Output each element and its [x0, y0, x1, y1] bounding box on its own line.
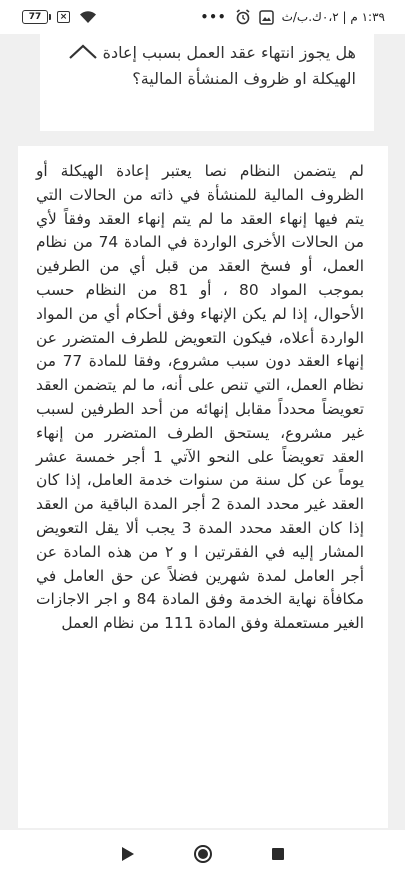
answer-card: لم يتضمن النظام نصا يعتبر إعادة الهيكلة … — [18, 146, 388, 828]
recents-square-icon — [271, 848, 284, 860]
back-button[interactable] — [116, 842, 140, 866]
more-notifications-icon: ••• — [200, 10, 227, 24]
question-card[interactable]: هل يجوز انتهاء عقد العمل بسبب إعادة الهي… — [40, 34, 374, 131]
battery-icon: 77 — [22, 10, 51, 24]
navigation-bar — [0, 830, 405, 878]
back-triangle-icon — [121, 847, 134, 861]
question-text: هل يجوز انتهاء عقد العمل بسبب إعادة الهي… — [102, 43, 356, 88]
recents-button[interactable] — [266, 842, 290, 866]
home-circle-icon — [193, 845, 212, 863]
alarm-icon — [236, 9, 250, 25]
answer-text: لم يتضمن النظام نصا يعتبر إعادة الهيكلة … — [36, 162, 365, 633]
status-time: ١:٣٩ م | ٠،٢ك.ب/ث — [281, 10, 385, 24]
battery-level: 77 — [28, 12, 42, 22]
chevron-up-icon[interactable] — [68, 42, 98, 60]
status-icons-right: ••• ١:٣٩ م | ٠،٢ك.ب/ث — [201, 9, 385, 25]
status-icons-left: 77 × — [22, 10, 97, 24]
home-button[interactable] — [191, 842, 215, 866]
sim-off-icon: × — [57, 11, 70, 23]
status-bar: 77 × ••• ١:٣٩ م | ٠،٢ك.ب/ث — [0, 0, 405, 34]
photo-notification-icon — [258, 9, 274, 25]
wifi-icon — [80, 11, 96, 23]
